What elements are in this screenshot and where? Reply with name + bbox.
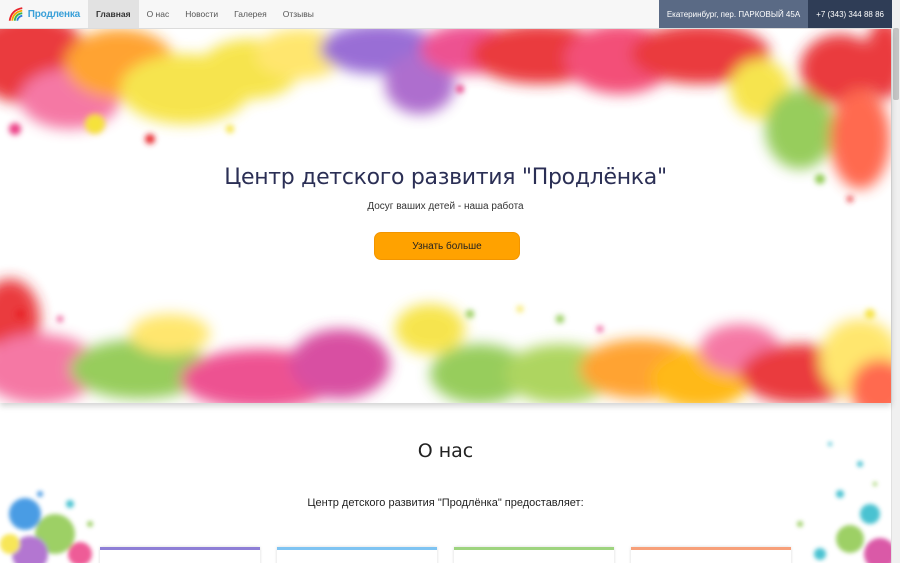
top-navbar: Продленка Главная О нас Новости Галерея … (0, 0, 892, 29)
nav-item-about[interactable]: О нас (139, 0, 178, 28)
about-title: О нас (417, 440, 474, 462)
nav-item-news[interactable]: Новости (177, 0, 226, 28)
rainbow-logo-icon (8, 7, 23, 21)
service-card-3[interactable] (454, 547, 614, 563)
hero-section: Центр детского развития "Продлёнка" Досу… (0, 29, 891, 403)
address-link[interactable]: Екатеринбург, пер. ПАРКОВЫЙ 45А (658, 0, 809, 28)
hero-title: Центр детского развития "Продлёнка" (224, 165, 667, 190)
phone-link[interactable]: +7 (343) 344 88 86 (808, 0, 892, 28)
about-intro-text: Центр детского развития "Продлёнка" пред… (307, 497, 584, 509)
scrollbar-thumb[interactable] (893, 28, 899, 100)
service-card-4[interactable] (631, 547, 791, 563)
nav-menu: Главная О нас Новости Галерея Отзывы (88, 0, 322, 28)
nav-contacts: Екатеринбург, пер. ПАРКОВЫЙ 45А +7 (343)… (658, 0, 892, 28)
brand-link[interactable]: Продленка (0, 0, 88, 28)
learn-more-button[interactable]: Узнать больше (374, 232, 520, 260)
about-section: О нас Центр детского развития "Продлёнка… (0, 404, 891, 563)
brand-name: Продленка (27, 8, 80, 20)
nav-item-reviews[interactable]: Отзывы (275, 0, 322, 28)
service-card-2[interactable] (277, 547, 437, 563)
page-scrollbar[interactable] (891, 0, 900, 563)
hero-subtitle: Досуг ваших детей - наша работа (367, 201, 524, 212)
service-card-1[interactable] (100, 547, 260, 563)
nav-item-home[interactable]: Главная (88, 0, 139, 28)
paint-splatter-decoration (0, 442, 891, 563)
watercolor-splash-background (0, 29, 891, 403)
nav-item-gallery[interactable]: Галерея (226, 0, 275, 28)
